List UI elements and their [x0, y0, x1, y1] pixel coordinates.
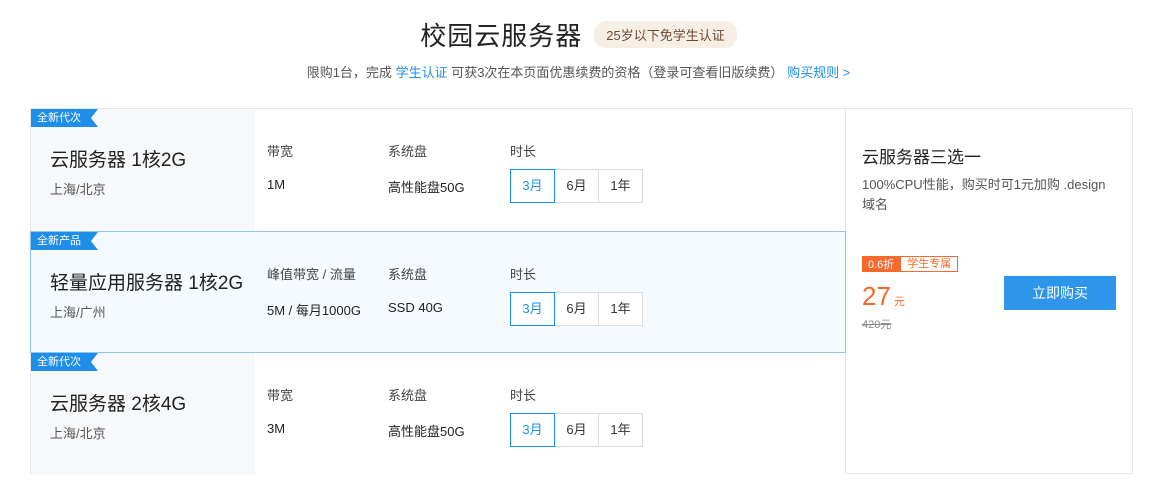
purchase-rules-link[interactable]: 购买规则 >: [787, 65, 850, 80]
subtitle: 限购1台，完成 学生认证 可获3次在本页面优惠续费的资格（登录可查看旧版续费） …: [0, 62, 1157, 81]
duration-option-6m[interactable]: 6月: [554, 169, 599, 203]
duration-option-6m[interactable]: 6月: [554, 292, 599, 326]
product-panel: 全新代次 云服务器 1核2G 上海/北京 带宽 1M 系统盘 高性能盘50G 时…: [30, 108, 1133, 475]
bandwidth-column: 峰值带宽 / 流量 5M / 每月1000G: [267, 264, 361, 319]
product-region: 上海/北京: [50, 182, 106, 197]
buy-now-button[interactable]: 立即购买: [1004, 276, 1116, 310]
duration-column: 时长 3月 6月 1年: [510, 141, 643, 203]
product-tag-label: 全新代次: [37, 356, 81, 368]
duration-option-3m[interactable]: 3月: [510, 413, 555, 447]
tag-notch: [91, 353, 98, 371]
duration-label: 时长: [510, 144, 537, 159]
bandwidth-value: 3M: [267, 421, 286, 436]
subtitle-middle: 可获3次在本页面优惠续费的资格（登录可查看旧版续费）: [451, 65, 784, 80]
summary-panel: 云服务器三选一 100%CPU性能，购买时可1元加购 .design 域名 0.…: [845, 109, 1133, 473]
product-info: 全新代次 云服务器 1核2G 上海/北京: [31, 109, 255, 231]
duration-column: 时长 3月 6月 1年: [510, 264, 643, 326]
disk-label: 系统盘: [388, 144, 428, 159]
bandwidth-value: 5M / 每月1000G: [267, 303, 361, 318]
product-tag-label: 全新代次: [37, 112, 81, 124]
disk-label: 系统盘: [388, 267, 428, 282]
duration-option-1y[interactable]: 1年: [598, 292, 643, 326]
disk-value: SSD 40G: [388, 300, 443, 315]
duration-label: 时长: [510, 388, 537, 403]
product-tag: 全新产品: [31, 232, 98, 250]
price-unit: 元: [893, 296, 905, 308]
bandwidth-value: 1M: [267, 177, 286, 192]
student-auth-link[interactable]: 学生认证: [396, 65, 448, 80]
duration-option-3m[interactable]: 3月: [510, 292, 555, 326]
tag-notch: [91, 232, 98, 250]
product-info: 全新产品 轻量应用服务器 1核2G 上海/广州: [31, 232, 255, 352]
disk-column: 系统盘 SSD 40G: [388, 264, 443, 315]
duration-option-6m[interactable]: 6月: [554, 413, 599, 447]
disk-value: 高性能盘50G: [388, 424, 465, 439]
product-tag-label: 全新产品: [37, 235, 81, 247]
price-badges: 0.6折 学生专属: [862, 256, 959, 272]
product-region: 上海/广州: [50, 305, 106, 320]
discount-badge: 0.6折: [862, 256, 901, 272]
bandwidth-column: 带宽 3M: [267, 385, 293, 436]
product-row-selected[interactable]: 全新产品 轻量应用服务器 1核2G 上海/广州 峰值带宽 / 流量 5M / 每…: [30, 231, 846, 353]
product-tag: 全新代次: [31, 109, 98, 127]
original-price: 420元: [862, 319, 892, 331]
subtitle-prefix: 限购1台，完成: [306, 65, 392, 80]
price-number: 27: [862, 281, 891, 311]
title-row: 校园云服务器 25岁以下免学生认证: [0, 16, 1157, 53]
summary-description: 100%CPU性能，购买时可1元加购 .design 域名: [862, 177, 1106, 212]
age-badge: 25岁以下免学生认证: [594, 21, 737, 48]
product-region: 上海/北京: [50, 426, 106, 441]
duration-selector: 3月 6月 1年: [510, 169, 643, 203]
product-list: 全新代次 云服务器 1核2G 上海/北京 带宽 1M 系统盘 高性能盘50G 时…: [30, 109, 846, 475]
product-tag: 全新代次: [31, 353, 98, 371]
duration-option-1y[interactable]: 1年: [598, 169, 643, 203]
duration-column: 时长 3月 6月 1年: [510, 385, 643, 447]
disk-label: 系统盘: [388, 388, 428, 403]
product-name: 云服务器 1核2G: [50, 150, 187, 171]
duration-selector: 3月 6月 1年: [510, 292, 643, 326]
tag-notch: [91, 109, 98, 127]
product-info: 全新代次 云服务器 2核4G 上海/北京: [31, 353, 255, 475]
bandwidth-label: 带宽: [267, 388, 294, 403]
bandwidth-label: 带宽: [267, 144, 294, 159]
product-name: 云服务器 2核4G: [50, 394, 187, 415]
disk-column: 系统盘 高性能盘50G: [388, 141, 465, 196]
bandwidth-column: 带宽 1M: [267, 141, 293, 192]
student-badge: 学生专属: [900, 256, 959, 272]
product-row[interactable]: 全新代次 云服务器 1核2G 上海/北京 带宽 1M 系统盘 高性能盘50G 时…: [31, 109, 845, 231]
current-price: 27 元: [862, 281, 905, 312]
bandwidth-label: 峰值带宽 / 流量: [267, 267, 356, 282]
summary-title: 云服务器三选一: [862, 148, 981, 167]
disk-column: 系统盘 高性能盘50G: [388, 385, 465, 440]
duration-option-3m[interactable]: 3月: [510, 169, 555, 203]
page-title: 校园云服务器: [420, 21, 583, 51]
product-name: 轻量应用服务器 1核2G: [50, 273, 244, 294]
duration-option-1y[interactable]: 1年: [598, 413, 643, 447]
page-header: 校园云服务器 25岁以下免学生认证 限购1台，完成 学生认证 可获3次在本页面优…: [0, 0, 1157, 100]
product-row[interactable]: 全新代次 云服务器 2核4G 上海/北京 带宽 3M 系统盘 高性能盘50G 时…: [31, 353, 845, 475]
duration-selector: 3月 6月 1年: [510, 413, 643, 447]
duration-label: 时长: [510, 267, 537, 282]
disk-value: 高性能盘50G: [388, 180, 465, 195]
